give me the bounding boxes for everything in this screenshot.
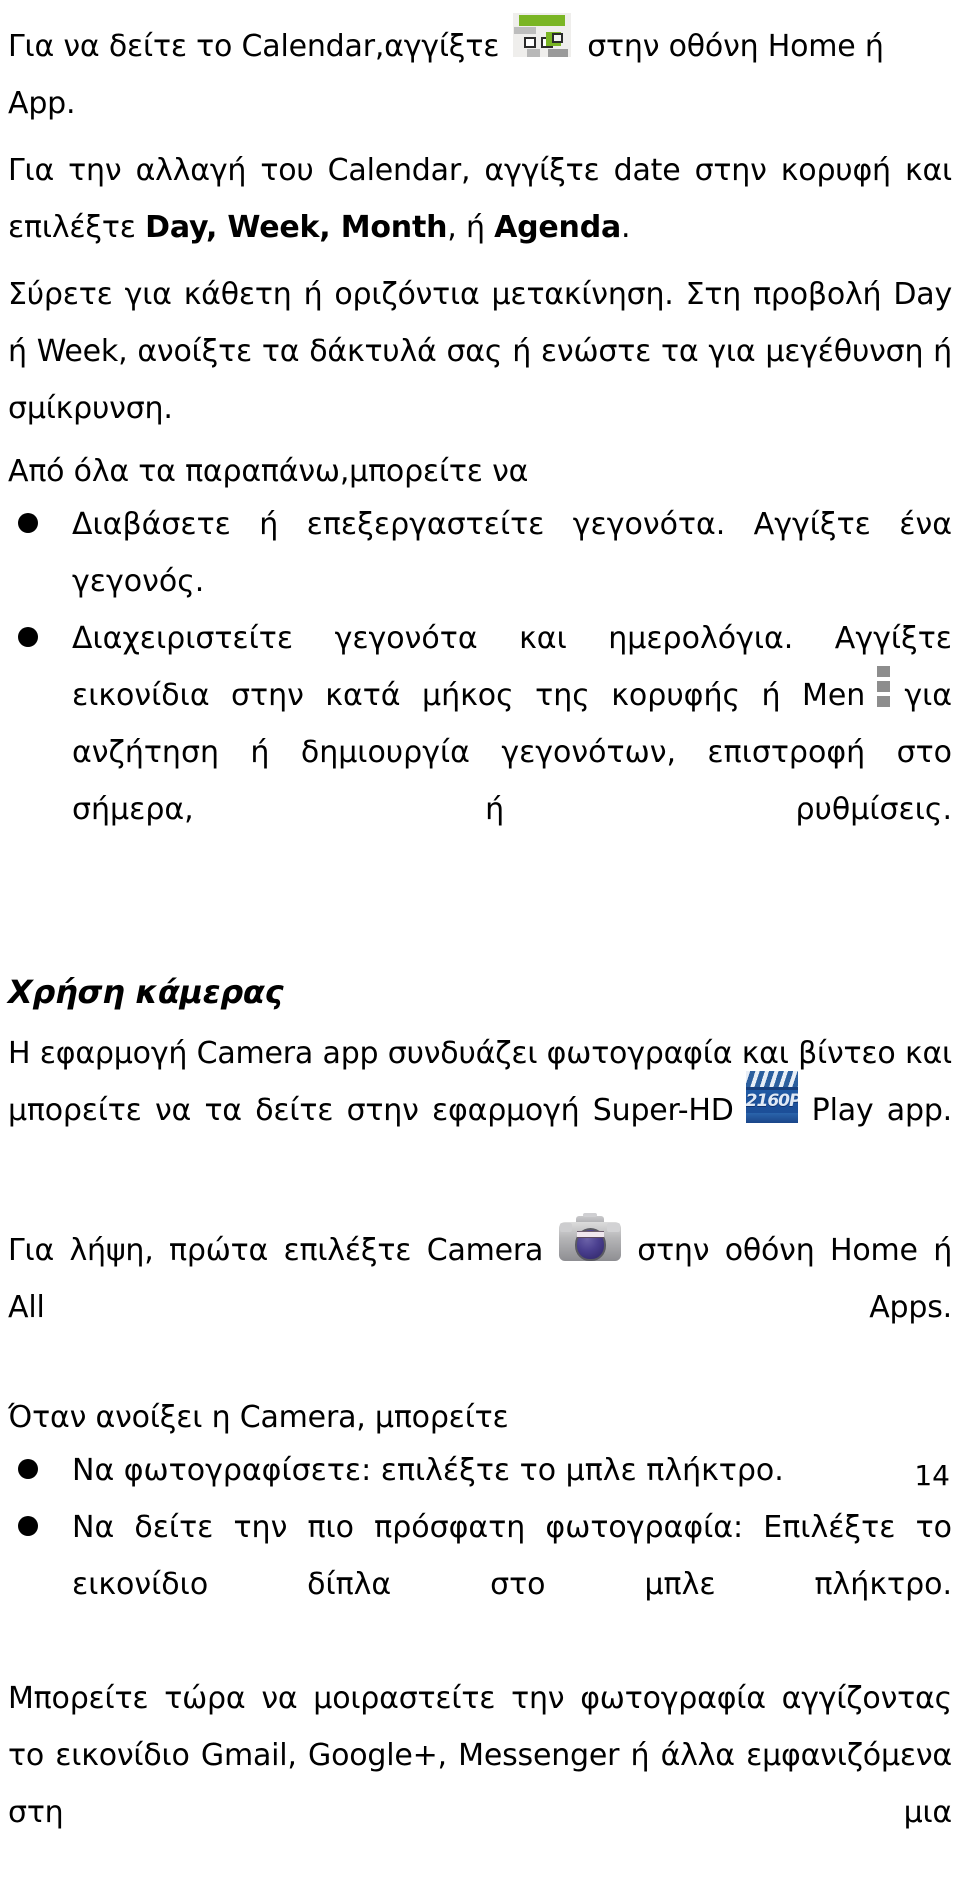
camera-intro-text-after: Play app. <box>811 1093 953 1128</box>
super-hd-player-icon: 2160P <box>745 1070 798 1123</box>
calendar-views-bold-primary: Day, Week, Month <box>145 210 448 245</box>
calendar-bullet-manage: Διαχειριστείτε γεγονότα και ημερολόγια. … <box>72 610 952 895</box>
camera-intro-text-before: Η εφαρμογή Camera app συνδυάζει φωτογραφ… <box>8 1036 952 1128</box>
list-item: Να δείτε την πιο πρόσφατη φωτογραφία: Επ… <box>8 1499 952 1670</box>
super-hd-resolution-label: 2160P <box>745 1090 798 1111</box>
calendar-bullet-read-edit: Διαβάσετε ή επεξεργαστείτε γεγονότα. Αγγ… <box>72 507 952 599</box>
bullet-marker-icon <box>8 610 72 667</box>
camera-bullet-take-photo: Να φωτογραφίσετε: επιλέξτε το μπλε πλήκτ… <box>72 1453 784 1488</box>
calendar-change-paragraph: Για την αλλαγή του Calendar, αγγίξτε dat… <box>8 142 952 256</box>
bullet-marker-icon <box>8 1499 72 1556</box>
calendar-change-text-end: . <box>621 210 631 245</box>
camera-bullet-view-latest: Να δείτε την πιο πρόσφατη φωτογραφία: Επ… <box>72 1510 952 1602</box>
list-item: Να φωτογραφίσετε: επιλέξτε το μπλε πλήκτ… <box>8 1442 952 1499</box>
calendar-change-text-mid: , ή <box>447 210 495 245</box>
calendar-gestures-paragraph: Σύρετε για κάθετη ή οριζόντια μετακίνηση… <box>8 277 952 426</box>
overflow-menu-icon <box>877 665 891 708</box>
calendar-views-bold-agenda: Agenda <box>494 210 622 245</box>
camera-intro-paragraph: Η εφαρμογή Camera app συνδυάζει φωτογραφ… <box>8 1025 952 1196</box>
camera-launch-text-before: Για λήψη, πρώτα επιλέξτε Camera <box>8 1233 544 1268</box>
camera-launch-paragraph: Για λήψη, πρώτα επιλέξτε Camera στην οθόν… <box>8 1212 952 1393</box>
camera-open-lead: Όταν ανοίξει η Camera, μπορείτε <box>8 1400 509 1435</box>
bullet-marker-icon <box>8 1442 72 1499</box>
calendar-intro-paragraph: Για να δείτε το Calendar,αγγίξτε στην οθό… <box>8 12 952 132</box>
document-page: Για να δείτε το Calendar,αγγίξτε στην οθό… <box>0 0 960 1830</box>
camera-app-icon <box>557 1212 623 1263</box>
bullet-marker-icon <box>8 496 72 553</box>
camera-share-paragraph: Μπορείτε τώρα να μοιραστείτε την φωτογρα… <box>8 1681 952 1830</box>
calendar-bullet-manage-text-a: Διαχειριστείτε γεγονότα και ημερολόγια. … <box>72 621 952 713</box>
list-item: Διαχειριστείτε γεγονότα και ημερολόγια. … <box>8 610 952 895</box>
list-item: Διαβάσετε ή επεξεργαστείτε γεγονότα. Αγγ… <box>8 496 952 610</box>
calendar-app-icon <box>513 12 572 57</box>
calendar-intro-text-before: Για να δείτε το Calendar,αγγίξτε <box>8 29 500 64</box>
calendar-options-lead: Από όλα τα παραπάνω,μπορείτε να <box>8 454 529 489</box>
page-number: 14 <box>914 1459 950 1492</box>
page-title: Χρήση κάμερας <box>8 973 284 1011</box>
